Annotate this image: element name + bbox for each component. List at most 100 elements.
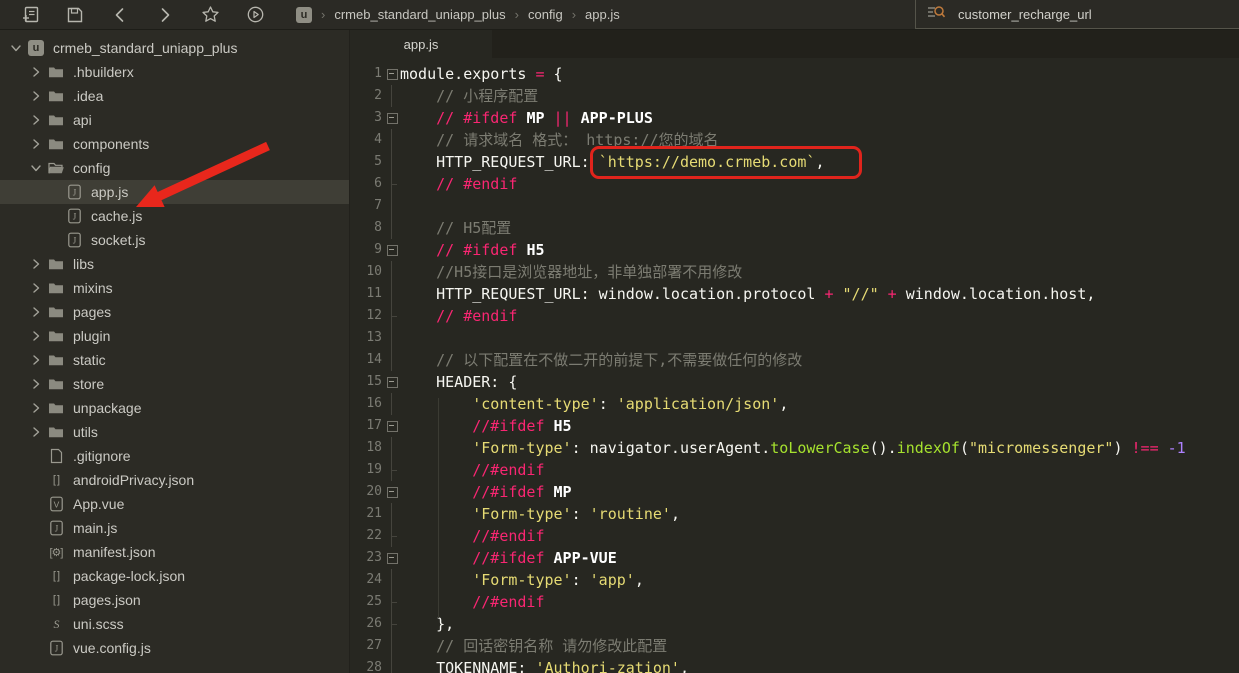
code-line-23[interactable]: 23 //#ifdef APP-VUE	[350, 547, 1239, 569]
fold-marker[interactable]	[384, 481, 400, 503]
folder-icon	[46, 63, 66, 81]
forward-icon[interactable]	[150, 2, 180, 28]
new-file-icon[interactable]	[15, 2, 45, 28]
fold-marker[interactable]	[384, 371, 400, 393]
line-number: 20	[350, 481, 382, 503]
chevron-right-icon[interactable]	[26, 351, 46, 369]
chevron-right-icon[interactable]	[26, 111, 46, 129]
tree-item-libs[interactable]: libs	[0, 252, 349, 276]
tree-item-socket-js[interactable]: Jsocket.js	[0, 228, 349, 252]
tree-item-config[interactable]: config	[0, 156, 349, 180]
code-line-12[interactable]: 12 // #endif	[350, 305, 1239, 327]
line-number: 13	[350, 327, 382, 349]
breadcrumb-item[interactable]: config	[528, 7, 563, 22]
chevron-right-icon[interactable]	[26, 63, 46, 81]
code-line-3[interactable]: 3 // #ifdef MP || APP-PLUS	[350, 107, 1239, 129]
code-line-20[interactable]: 20 //#ifdef MP	[350, 481, 1239, 503]
tree-item-crmeb-standard-uniapp-plus[interactable]: ucrmeb_standard_uniapp_plus	[0, 36, 349, 60]
tab-appjs[interactable]: app.js	[350, 30, 492, 58]
fold-marker	[384, 129, 400, 151]
chevron-right-icon[interactable]	[26, 87, 46, 105]
code-line-19[interactable]: 19 //#endif	[350, 459, 1239, 481]
chevron-right-icon[interactable]	[26, 423, 46, 441]
chevron-right-icon[interactable]	[26, 399, 46, 417]
code-line-15[interactable]: 15 HEADER: {	[350, 371, 1239, 393]
chevron-down-icon[interactable]	[6, 39, 26, 57]
tree-item-app-vue[interactable]: VApp.vue	[0, 492, 349, 516]
tree-item-store[interactable]: store	[0, 372, 349, 396]
tree-item-components[interactable]: components	[0, 132, 349, 156]
code-line-8[interactable]: 8 // H5配置	[350, 217, 1239, 239]
fold-marker[interactable]	[384, 107, 400, 129]
code-line-26[interactable]: 26 },	[350, 613, 1239, 635]
breadcrumb-item[interactable]: app.js	[585, 7, 620, 22]
chevron-placeholder	[26, 639, 46, 657]
code-text: // #ifdef MP || APP-PLUS	[400, 107, 653, 129]
tree-item-unpackage[interactable]: unpackage	[0, 396, 349, 420]
tree-item-mixins[interactable]: mixins	[0, 276, 349, 300]
code-line-9[interactable]: 9 // #ifdef H5	[350, 239, 1239, 261]
tree-item-package-lock-json[interactable]: [ ]package-lock.json	[0, 564, 349, 588]
tree-item-plugin[interactable]: plugin	[0, 324, 349, 348]
line-number: 9	[350, 239, 382, 261]
breadcrumb-item[interactable]: crmeb_standard_uniapp_plus	[334, 7, 505, 22]
code-line-25[interactable]: 25 //#endif	[350, 591, 1239, 613]
fold-marker[interactable]	[384, 415, 400, 437]
code-line-11[interactable]: 11 HTTP_REQUEST_URL: window.location.pro…	[350, 283, 1239, 305]
chevron-down-icon[interactable]	[26, 159, 46, 177]
tree-item-utils[interactable]: utils	[0, 420, 349, 444]
tree-item-vue-config-js[interactable]: Jvue.config.js	[0, 636, 349, 660]
save-icon[interactable]	[60, 2, 90, 28]
tree-item-pages-json[interactable]: [ ]pages.json	[0, 588, 349, 612]
search-input[interactable]: customer_recharge_url	[915, 0, 1239, 29]
folder-icon	[46, 255, 66, 273]
code-line-27[interactable]: 27 // 回话密钥名称 请勿修改此配置	[350, 635, 1239, 657]
tree-item-label: app.js	[91, 184, 128, 200]
chevron-right-icon[interactable]	[26, 327, 46, 345]
line-number: 28	[350, 657, 382, 673]
fold-marker[interactable]	[384, 547, 400, 569]
tree-item-uni-scss[interactable]: Suni.scss	[0, 612, 349, 636]
tree-item-api[interactable]: api	[0, 108, 349, 132]
back-icon[interactable]	[105, 2, 135, 28]
tree-item-app-js[interactable]: Japp.js	[0, 180, 349, 204]
code-line-10[interactable]: 10 //H5接口是浏览器地址，非单独部署不用修改	[350, 261, 1239, 283]
code-line-2[interactable]: 2 // 小程序配置	[350, 85, 1239, 107]
tree-item--idea[interactable]: .idea	[0, 84, 349, 108]
tree-item-cache-js[interactable]: Jcache.js	[0, 204, 349, 228]
code-line-28[interactable]: 28 TOKENNAME: 'Authori-zation',	[350, 657, 1239, 673]
code-line-14[interactable]: 14 // 以下配置在不做二开的前提下,不需要做任何的修改	[350, 349, 1239, 371]
run-icon[interactable]	[240, 2, 270, 28]
code-line-24[interactable]: 24 'Form-type': 'app',	[350, 569, 1239, 591]
code-line-22[interactable]: 22 //#endif	[350, 525, 1239, 547]
code-text: 'Form-type': 'routine',	[400, 503, 680, 525]
tree-item-static[interactable]: static	[0, 348, 349, 372]
fold-marker[interactable]	[384, 239, 400, 261]
code-line-16[interactable]: 16 'content-type': 'application/json',	[350, 393, 1239, 415]
code-line-13[interactable]: 13	[350, 327, 1239, 349]
chevron-right-icon[interactable]	[26, 279, 46, 297]
tree-item-androidprivacy-json[interactable]: [ ]androidPrivacy.json	[0, 468, 349, 492]
tree-item-pages[interactable]: pages	[0, 300, 349, 324]
code-line-1[interactable]: 1module.exports = {	[350, 63, 1239, 85]
chevron-right-icon[interactable]	[26, 255, 46, 273]
star-icon[interactable]	[195, 2, 225, 28]
fold-marker[interactable]	[384, 63, 400, 85]
line-number: 8	[350, 217, 382, 239]
code-line-21[interactable]: 21 'Form-type': 'routine',	[350, 503, 1239, 525]
tree-item-manifest-json[interactable]: [⚙]manifest.json	[0, 540, 349, 564]
chevron-right-icon[interactable]	[26, 303, 46, 321]
fold-marker	[384, 195, 400, 217]
tree-item--gitignore[interactable]: .gitignore	[0, 444, 349, 468]
line-number: 7	[350, 195, 382, 217]
tree-item-main-js[interactable]: Jmain.js	[0, 516, 349, 540]
chevron-right-icon[interactable]	[26, 375, 46, 393]
chevron-right-icon[interactable]	[26, 135, 46, 153]
code-line-7[interactable]: 7	[350, 195, 1239, 217]
tree-item--hbuilderx[interactable]: .hbuilderx	[0, 60, 349, 84]
code-text: //#ifdef APP-VUE	[400, 547, 617, 569]
code-text: HTTP_REQUEST_URL: window.location.protoc…	[400, 283, 1095, 305]
code-line-18[interactable]: 18 'Form-type': navigator.userAgent.toLo…	[350, 437, 1239, 459]
tree-item-label: crmeb_standard_uniapp_plus	[53, 40, 237, 56]
code-line-17[interactable]: 17 //#ifdef H5	[350, 415, 1239, 437]
